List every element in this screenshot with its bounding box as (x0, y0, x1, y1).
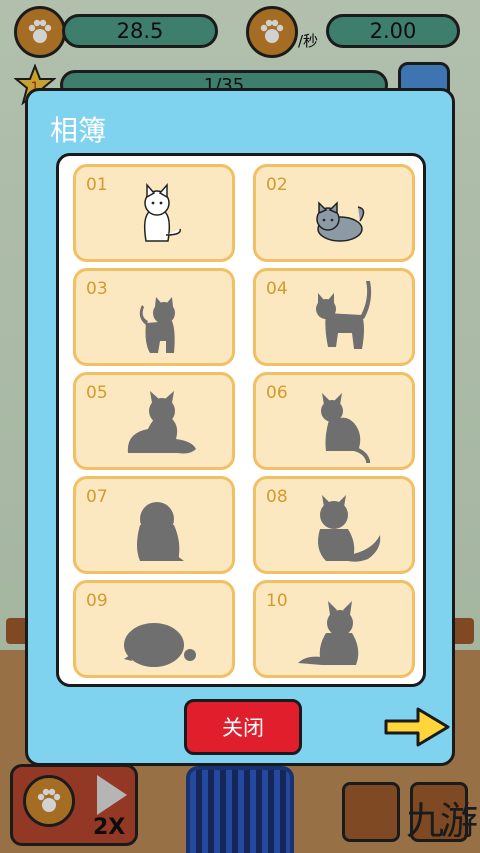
album-modal: 相簿 01 02 03 04 05 06 07 08 09 10 关闭 (25, 88, 455, 766)
album-panel: 01 02 03 04 05 06 07 08 09 10 (56, 153, 426, 687)
cat-card-08[interactable]: 08 (253, 476, 415, 574)
card-number: 01 (86, 175, 108, 195)
close-button[interactable]: 关闭 (184, 699, 302, 755)
card-number: 05 (86, 383, 108, 403)
cat-silhouette-icon (298, 601, 359, 665)
cat-card-04[interactable]: 04 (253, 268, 415, 366)
cat-card-05[interactable]: 05 (73, 372, 235, 470)
modal-title: 相簿 (50, 114, 107, 147)
right-arrow-icon[interactable] (382, 705, 452, 749)
card-number: 10 (266, 591, 288, 611)
cat-card-09[interactable]: 09 (73, 580, 235, 678)
cat-card-07[interactable]: 07 (73, 476, 235, 574)
cat-card-06[interactable]: 06 (253, 372, 415, 470)
gray-cat-icon (316, 201, 365, 242)
card-number: 06 (266, 383, 288, 403)
cat-card-10[interactable]: 10 (253, 580, 415, 678)
card-number: 07 (86, 487, 108, 507)
card-number: 09 (86, 591, 108, 611)
card-number: 02 (266, 175, 288, 195)
cat-card-01[interactable]: 01 (73, 164, 235, 262)
cat-silhouette-icon (321, 393, 371, 463)
card-number: 08 (266, 487, 288, 507)
white-cat-icon (143, 183, 181, 242)
cat-card-02[interactable]: 02 (253, 164, 415, 262)
cat-silhouette-icon (137, 502, 184, 561)
cat-card-03[interactable]: 03 (73, 268, 235, 366)
cat-silhouette-icon (316, 281, 372, 349)
cat-silhouette-icon (139, 297, 175, 353)
cat-silhouette-icon (124, 623, 196, 667)
cat-silhouette-icon (318, 495, 381, 562)
cat-silhouette-icon (127, 391, 196, 454)
card-number: 04 (266, 279, 288, 299)
card-number: 03 (86, 279, 108, 299)
